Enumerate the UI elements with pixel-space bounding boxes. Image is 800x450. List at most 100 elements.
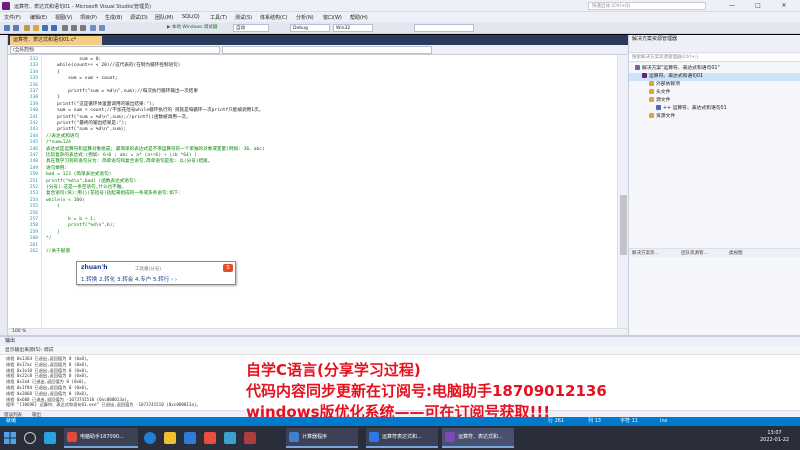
scrollbar-thumb[interactable] — [620, 195, 627, 255]
copy-icon[interactable] — [71, 25, 77, 31]
quick-launch-input[interactable]: 快速启动 (Ctrl+Q) — [588, 2, 706, 10]
visual-studio-taskbar-icon — [445, 432, 455, 442]
tab-active-document[interactable]: 运算符、表达式和语句01.c* — [10, 36, 102, 45]
chrome-icon — [67, 432, 77, 442]
menu-team[interactable]: 团队(M) — [155, 14, 173, 21]
menu-debug[interactable]: 调试(D) — [130, 14, 148, 21]
new-project-icon[interactable] — [24, 25, 30, 31]
taskbar-app-label: 运算符表达式和... — [382, 434, 422, 440]
cpp-file-icon — [656, 105, 661, 110]
standard-toolbar: ▶ 本地 Windows 调试器 自动 Debug Win32 — [0, 22, 800, 34]
media-icon[interactable] — [204, 432, 216, 444]
menu-project[interactable]: 项目(P) — [80, 14, 97, 21]
zoom-level[interactable]: 100 % — [8, 328, 628, 335]
clock-time: 13:07 — [767, 430, 782, 436]
menu-edit[interactable]: 编辑(E) — [30, 14, 47, 21]
tree-item[interactable]: ++ 运算符、表达式和语句01 — [656, 105, 727, 112]
edge-icon[interactable] — [144, 432, 156, 444]
menu-help[interactable]: 帮助(H) — [350, 14, 368, 21]
maximize-button[interactable]: □ — [748, 1, 768, 11]
menu-build[interactable]: 生成(B) — [105, 14, 122, 21]
menu-tools[interactable]: 工具(T) — [210, 14, 227, 21]
code-text: //关于赋值 — [46, 249, 70, 254]
system-clock[interactable]: 13:07 2022-01-22 — [760, 430, 789, 444]
tree-item[interactable]: 资源文件 — [649, 113, 675, 120]
cut-icon[interactable] — [62, 25, 68, 31]
code-editor[interactable]: 232 sum = 0; 233 while(count++ < 20)//这代表… — [8, 55, 628, 335]
forward-icon[interactable] — [13, 25, 19, 31]
code-line[interactable]: 262 //关于赋值 — [8, 249, 628, 255]
toolbox-strip[interactable] — [0, 35, 8, 335]
menu-test[interactable]: 测试(S) — [235, 14, 252, 21]
ime-candidate-window[interactable]: zhuan'h 工具箱(分号) S 1.转换 2.转化 3.转会 4.专户 5.… — [76, 261, 236, 285]
member-combo[interactable] — [222, 46, 432, 54]
auto-combo[interactable]: 自动 — [233, 24, 269, 32]
save-all-icon[interactable] — [51, 25, 57, 31]
document-icon — [369, 432, 379, 442]
menu-view[interactable]: 视图(V) — [55, 14, 72, 21]
windows-start-icon[interactable] — [4, 432, 16, 444]
tab-solution-explorer[interactable]: 解决方案资... — [632, 250, 659, 256]
tree-item-label: 外部依赖项 — [656, 82, 680, 87]
tree-item[interactable]: 解决方案"运算符、表达式和语句01" — [635, 65, 720, 72]
line-number: 262 — [29, 249, 38, 254]
solution-search-input[interactable]: 搜索解决方案资源管理器(Ctrl+;) — [629, 54, 800, 62]
status-char: 字符 11 — [620, 418, 638, 424]
tab-class-view[interactable]: 类视图 — [729, 250, 743, 256]
menu-analyze[interactable]: 分析(N) — [296, 14, 314, 21]
network-app-icon[interactable] — [224, 432, 236, 444]
tree-item-label: 运算符、表达式和语句01 — [649, 74, 704, 79]
menu-window[interactable]: 窗口(W) — [323, 14, 342, 21]
ime-candidates[interactable]: 1.转换 2.转化 3.转会 4.专户 5.转行 ‹ › — [81, 275, 177, 283]
windows-taskbar: 电脑助手187090... 计算器程序 运算符表达式和... 运算符、表达式和.… — [0, 426, 800, 450]
app-icon[interactable] — [184, 432, 196, 444]
tree-item[interactable]: 运算符、表达式和语句01 — [642, 73, 703, 80]
explorer-icon[interactable] — [164, 432, 176, 444]
platform-combo[interactable]: Win32 — [333, 24, 373, 32]
tab-team-explorer[interactable]: 团队资源管... — [681, 250, 708, 256]
navigation-bar: (全局范围) — [8, 45, 628, 55]
scope-combo[interactable]: (全局范围) — [10, 46, 220, 54]
output-title: 输出 — [0, 337, 800, 346]
taskbar-app-label: 计算器程序 — [302, 434, 328, 440]
back-icon[interactable] — [4, 25, 10, 31]
solution-explorer: 解决方案资源管理器 搜索解决方案资源管理器(Ctrl+;) 解决方案"运算符、表… — [628, 35, 800, 335]
project-icon — [635, 65, 640, 70]
taskbar-app-browser[interactable]: 电脑助手187090... — [64, 428, 138, 448]
folder-icon — [649, 113, 654, 118]
tree-item-label: 解决方案"运算符、表达式和语句01" — [642, 66, 720, 71]
redo-icon[interactable] — [99, 25, 105, 31]
status-insert-mode: Ins — [660, 418, 668, 424]
close-button[interactable]: ✕ — [774, 1, 794, 11]
editor-vertical-scrollbar[interactable] — [617, 55, 628, 328]
open-file-icon[interactable] — [33, 25, 39, 31]
taskbar-app-doc[interactable]: 运算符表达式和... — [366, 428, 438, 448]
menu-sql[interactable]: SQL(Q) — [182, 14, 200, 20]
undo-icon[interactable] — [90, 25, 96, 31]
find-combo[interactable] — [414, 24, 474, 32]
browser-icon[interactable] — [44, 432, 56, 444]
menu-architecture[interactable]: 体系结构(C) — [260, 14, 287, 21]
configuration-combo[interactable]: Debug — [290, 24, 330, 32]
menu-file[interactable]: 文件(F) — [4, 14, 21, 21]
solution-bottom-tabs: 解决方案资... 团队资源管... 类视图 — [629, 248, 800, 257]
tree-item[interactable]: 头文件 — [649, 89, 670, 96]
folder-icon — [649, 97, 654, 102]
recorder-icon[interactable] — [244, 432, 256, 444]
output-source-selector[interactable]: 显示输出来源(S): 调试 — [0, 346, 800, 355]
solution-explorer-title: 解决方案资源管理器 — [629, 35, 800, 44]
search-icon[interactable] — [24, 432, 36, 444]
solution-explorer-toolbar — [629, 44, 800, 53]
paste-icon[interactable] — [80, 25, 86, 31]
taskbar-app-calculator[interactable]: 计算器程序 — [286, 428, 358, 448]
tree-item[interactable]: 源文件 — [649, 97, 670, 104]
output-line: 程序 "[10696] 运算符、表达式和语句01.exe" 已退出,返回值为 -… — [6, 402, 201, 408]
ime-hint: 工具箱(分号) — [135, 267, 162, 272]
taskbar-app-visual-studio[interactable]: 运算符、表达式和... — [442, 428, 514, 448]
minimize-button[interactable]: — — [722, 1, 742, 11]
title-bar: 运算符、表达式和语句01 - Microsoft Visual Studio(管… — [0, 0, 800, 12]
tree-item[interactable]: 外部依赖项 — [649, 81, 680, 88]
status-col: 列 13 — [588, 418, 601, 424]
save-icon[interactable] — [42, 25, 48, 31]
video-overlay-text: 自学C语言(分享学习过程) 代码内容同步更新在订阅号:电脑助手187090121… — [246, 359, 626, 421]
